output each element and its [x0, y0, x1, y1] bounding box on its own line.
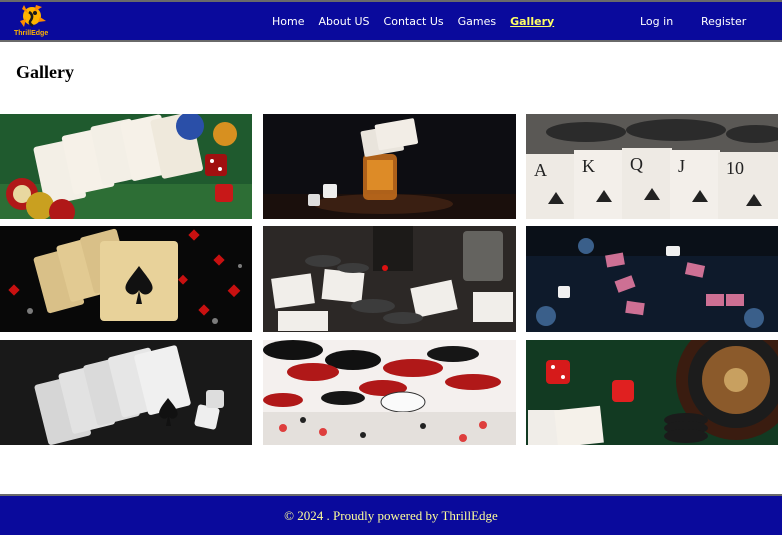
- nav-home[interactable]: Home: [272, 15, 304, 28]
- site-header: ThrillEdge Home About US Contact Us Game…: [0, 0, 782, 42]
- main-nav: Home About US Contact Us Games Gallery: [272, 2, 568, 40]
- logo-emblem-icon: [20, 5, 46, 28]
- register-link[interactable]: Register: [701, 15, 746, 28]
- svg-text:10: 10: [726, 158, 744, 178]
- footer-copyright: © 2024 . Proudly powered by ThrillEdge: [284, 507, 498, 523]
- svg-text:A: A: [534, 160, 547, 180]
- gallery-image[interactable]: [263, 114, 516, 219]
- nav-games[interactable]: Games: [458, 15, 496, 28]
- page-title: Gallery: [16, 62, 74, 82]
- svg-text:K: K: [582, 156, 595, 176]
- gallery-image[interactable]: [263, 340, 516, 445]
- nav-gallery[interactable]: Gallery: [510, 15, 554, 28]
- gallery-image[interactable]: [0, 114, 252, 219]
- register-link-wrap: Register: [701, 2, 746, 40]
- nav-contact-us[interactable]: Contact Us: [384, 15, 444, 28]
- login-link-wrap: Log in: [640, 2, 673, 40]
- nav-about-us[interactable]: About US: [318, 15, 369, 28]
- site-footer: © 2024 . Proudly powered by ThrillEdge: [0, 494, 782, 535]
- svg-text:J: J: [678, 156, 685, 176]
- gallery-image[interactable]: [0, 226, 252, 332]
- logo-text: ThrillEdge: [14, 30, 49, 37]
- svg-text:Q: Q: [630, 154, 643, 174]
- login-link[interactable]: Log in: [640, 15, 673, 28]
- gallery-image[interactable]: [263, 226, 516, 332]
- gallery-image[interactable]: [526, 226, 778, 332]
- gallery-image[interactable]: A K Q J 10: [526, 114, 778, 219]
- gallery-image[interactable]: [0, 340, 252, 445]
- gallery-image[interactable]: [526, 340, 778, 445]
